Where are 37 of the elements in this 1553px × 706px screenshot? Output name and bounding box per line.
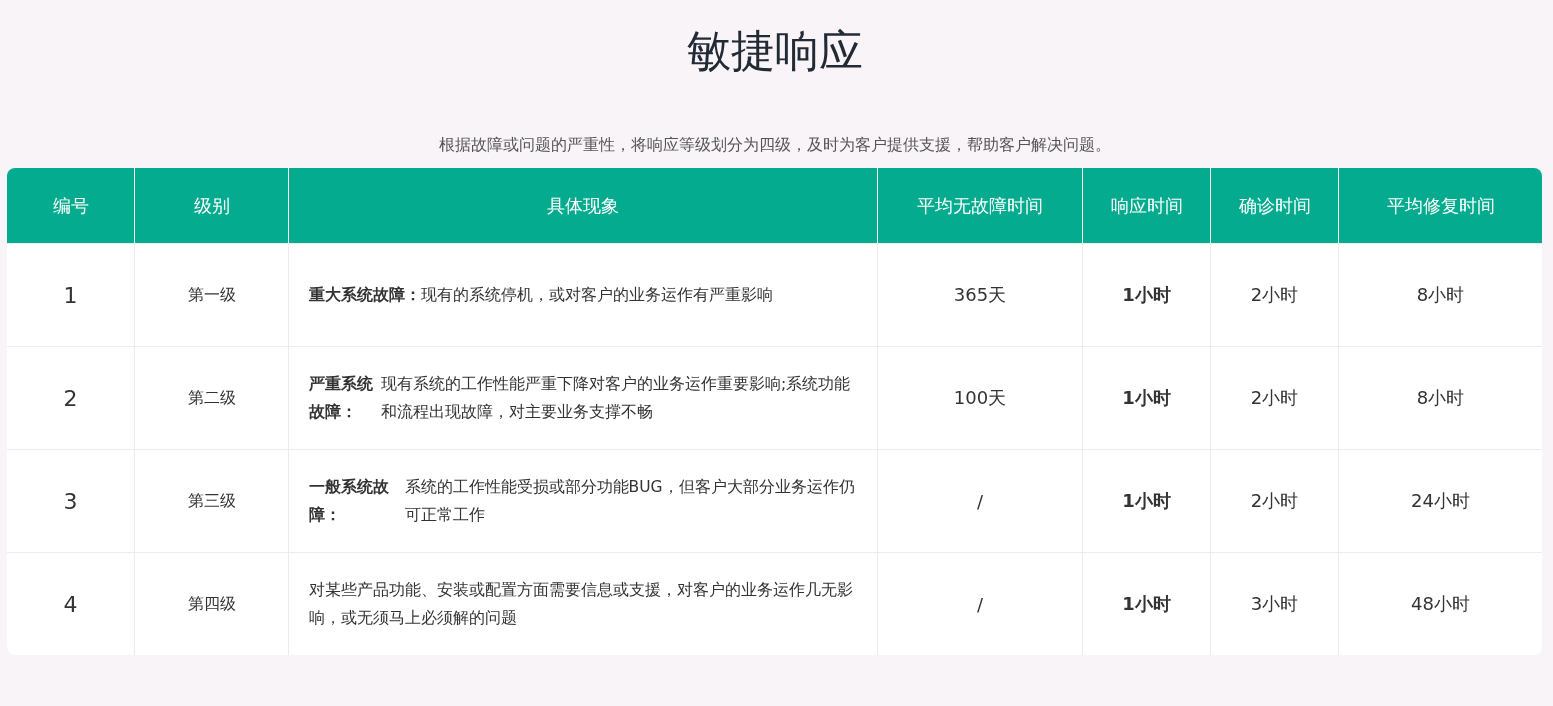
table-cell: 8小时 bbox=[1338, 347, 1542, 449]
column-header: 具体现象 bbox=[288, 168, 877, 243]
table-cell: 365天 bbox=[877, 244, 1082, 346]
column-header: 确诊时间 bbox=[1210, 168, 1338, 243]
table-cell: 第二级 bbox=[134, 347, 288, 449]
table-cell: 1小时 bbox=[1082, 347, 1210, 449]
table-cell: 8小时 bbox=[1338, 244, 1542, 346]
table-cell: 1小时 bbox=[1082, 450, 1210, 552]
column-header: 平均修复时间 bbox=[1338, 168, 1542, 243]
table-cell: 第三级 bbox=[134, 450, 288, 552]
table-cell: / bbox=[877, 553, 1082, 655]
table-cell: 48小时 bbox=[1338, 553, 1542, 655]
table-cell: 100天 bbox=[877, 347, 1082, 449]
table-cell: 1小时 bbox=[1082, 553, 1210, 655]
subtitle: 根据故障或问题的严重性，将响应等级划分为四级，及时为客户提供支援，帮助客户解决问题。 bbox=[437, 134, 1112, 156]
column-header: 响应时间 bbox=[1082, 168, 1210, 243]
table-cell: 严重系统故障：现有系统的工作性能严重下降对客户的业务运作重要影响;系统功能和流程出现故障，对主要业务支撑不畅 bbox=[288, 347, 877, 449]
table-cell-text: 3 bbox=[62, 487, 79, 516]
table-cell: / bbox=[877, 450, 1082, 552]
table-cell: 对某些产品功能、安装或配置方面需要信息或支援，对客户的业务运作几无影响，或无须马上必须解的问题 bbox=[288, 553, 877, 655]
table-cell: 3小时 bbox=[1210, 553, 1338, 655]
table-cell: 2小时 bbox=[1210, 244, 1338, 346]
table-cell-text: 1 bbox=[62, 281, 79, 310]
table-cell: 2小时 bbox=[1210, 347, 1338, 449]
column-header: 编号 bbox=[51, 193, 90, 218]
table-cell: 一般系统故障：系统的工作性能受损或部分功能BUG，但客户大部分业务运作仍可正常工作 bbox=[288, 450, 877, 552]
table-cell: 2小时 bbox=[1210, 450, 1338, 552]
table-cell: 1小时 bbox=[1082, 244, 1210, 346]
table-cell: 重大系统故障：现有的系统停机，或对客户的业务运作有严重影响 bbox=[288, 244, 877, 346]
column-header: 平均无故障时间 bbox=[877, 168, 1082, 243]
table-cell-text: 4 bbox=[62, 590, 79, 619]
table-cell: 第四级 bbox=[134, 553, 288, 655]
table-cell: 24小时 bbox=[1338, 450, 1542, 552]
column-header: 级别 bbox=[134, 168, 288, 243]
page-title: 敏捷响应 bbox=[685, 24, 864, 78]
table-cell-text: 2 bbox=[62, 384, 79, 413]
table-cell: 第一级 bbox=[134, 244, 288, 346]
